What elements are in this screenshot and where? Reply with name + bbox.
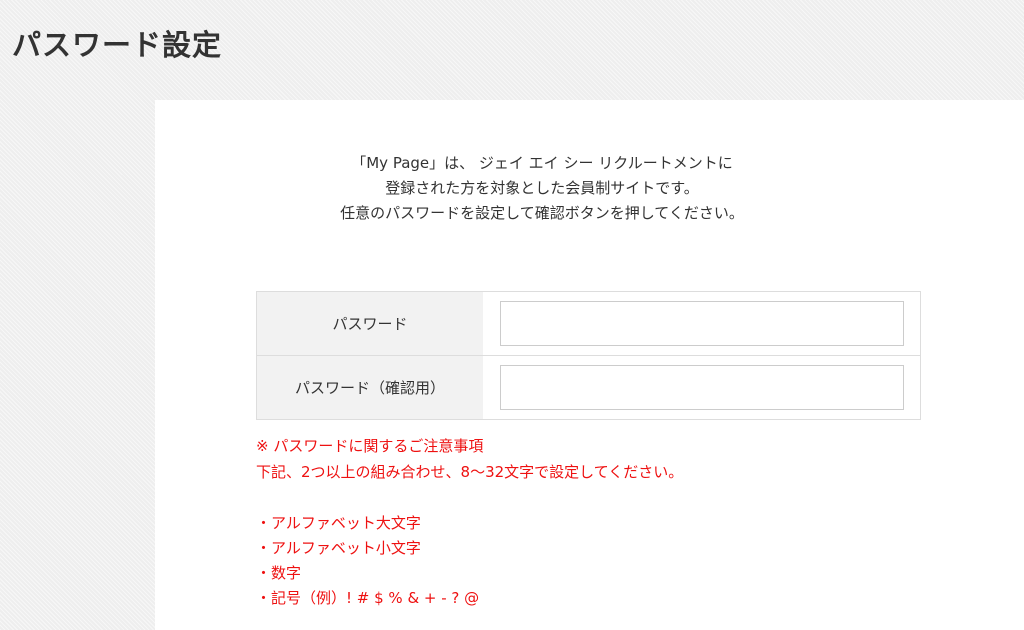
rule-item-digits: ・数字 [256, 564, 302, 582]
intro-line: 登録された方を対象とした会員制サイトです。 [385, 179, 699, 197]
password-notes: ※ パスワードに関するご注意事項 下記、2つ以上の組み合わせ、8～32文字で設定… [256, 433, 683, 611]
password-label: パスワード [257, 292, 483, 355]
password-input[interactable] [500, 301, 904, 346]
page-title: パスワード設定 [12, 28, 223, 62]
notes-heading: ※ パスワードに関するご注意事項 [256, 437, 484, 455]
intro-line: 「My Page」は、 ジェイ エイ シー リクルートメントに [351, 154, 733, 172]
intro-text: 「My Page」は、 ジェイ エイ シー リクルートメントに 登録された方を対… [155, 151, 929, 226]
password-form: パスワード パスワード（確認用） [256, 291, 921, 420]
password-confirm-input[interactable] [500, 365, 904, 410]
notes-description: 下記、2つ以上の組み合わせ、8～32文字で設定してください。 [256, 463, 684, 481]
password-confirm-label: パスワード（確認用） [257, 356, 483, 419]
password-cell [483, 292, 920, 355]
password-confirm-cell [483, 356, 920, 419]
password-settings-card: 「My Page」は、 ジェイ エイ シー リクルートメントに 登録された方を対… [155, 100, 1024, 630]
password-rules-list: ・アルファベット大文字 ・アルファベット小文字 ・数字 ・記号（例）! # $ … [256, 511, 683, 611]
password-confirm-row: パスワード（確認用） [257, 355, 920, 419]
password-row: パスワード [257, 292, 920, 355]
intro-line: 任意のパスワードを設定して確認ボタンを押してください。 [340, 204, 744, 222]
rule-item-uppercase: ・アルファベット大文字 [256, 514, 421, 532]
rule-item-symbols: ・記号（例）! # $ % & + - ? @ [256, 589, 480, 607]
rule-item-lowercase: ・アルファベット小文字 [256, 539, 421, 557]
